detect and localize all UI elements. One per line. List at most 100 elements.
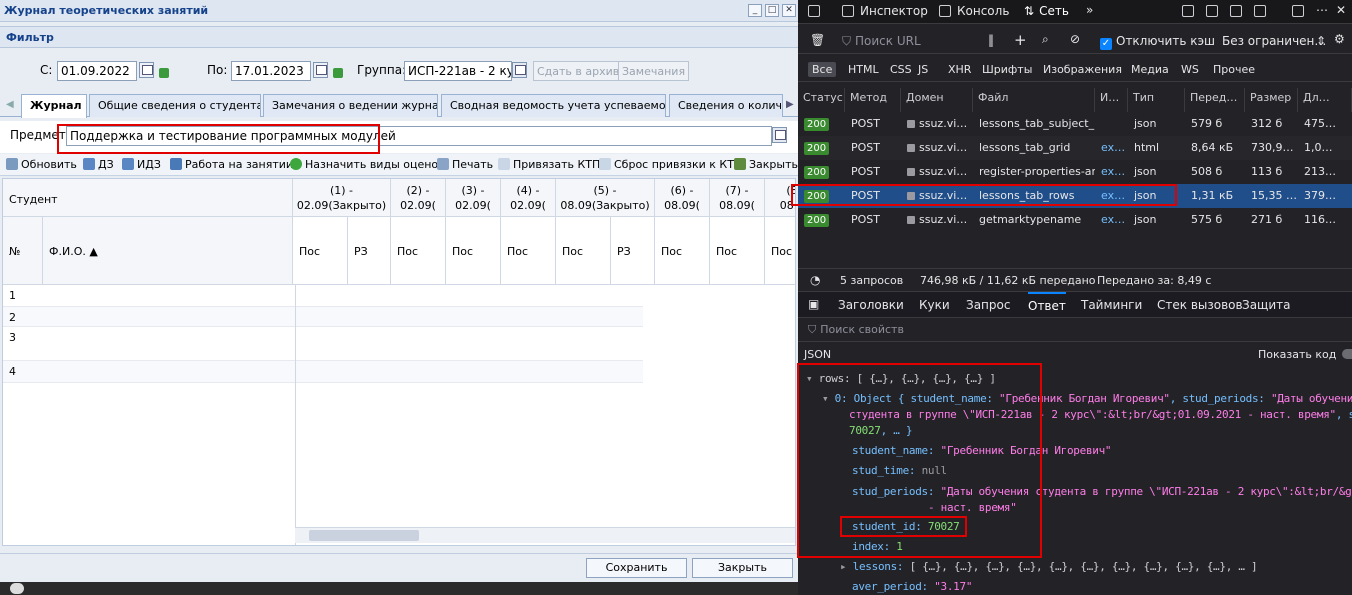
column-header[interactable]: Файл [973,88,1095,112]
tab-console[interactable]: Консоль [939,4,1009,18]
mark-type-header[interactable]: Пос [501,217,556,285]
tab-scroll-left-icon[interactable]: ◀ [6,99,14,110]
num-column-header[interactable]: № [3,217,43,285]
table-row[interactable] [43,327,643,361]
tab-journal[interactable]: Журнал [21,94,87,118]
lesson-column-header[interactable]: (1) - 02.09(Закрыто) [293,179,391,217]
lesson-column-header[interactable]: (2) - 02.09( [391,179,446,217]
chevron-down-icon[interactable] [772,127,787,143]
tab-network[interactable]: ⇅ Сеть [1024,4,1069,18]
settings-icon[interactable] [1230,4,1248,18]
filter-panel-header[interactable]: Фильтр [0,26,798,48]
type-filter-9[interactable]: Прочее [1213,62,1255,77]
tab-students-info[interactable]: Общие сведения о студентах [89,94,261,117]
mark-type-header[interactable]: Пос [446,217,501,285]
column-header[interactable]: Дл… [1298,88,1352,112]
screenshot-icon[interactable] [1206,4,1224,18]
props-filter-input[interactable]: ⛉ Поиск свойств [808,323,904,337]
mark-type-header[interactable]: Пос [293,217,348,285]
mark-type-header[interactable]: Пос [710,217,765,285]
close-button[interactable]: Закрыть [692,558,793,578]
column-header[interactable]: И… [1095,88,1128,112]
close-journal-button[interactable]: Закрыть [734,158,798,171]
clear-date-icon[interactable] [333,68,343,78]
mark-type-header[interactable]: Пос [556,217,611,285]
throttle-select[interactable]: Без ограничен… [1222,34,1326,48]
network-settings-icon[interactable]: ⚙ [1334,32,1345,46]
lesson-column-header[interactable]: (4) - 02.09( [501,179,556,217]
clear-date-icon[interactable] [159,68,169,78]
from-date-input[interactable]: 01.09.2022 [57,61,137,81]
throttle-chevron-icon[interactable]: ⇕ [1316,34,1326,48]
type-filter-4[interactable]: XHR [948,62,971,77]
responsive-icon[interactable] [1182,4,1200,18]
detail-panel-toggle-icon[interactable]: ▣ [808,297,819,311]
lesson-work-button[interactable]: Работа на занятии [170,158,293,171]
type-filter-1[interactable]: HTML [848,62,879,77]
column-header[interactable]: Домен [901,88,973,112]
search-icon[interactable]: ⌕ [1042,32,1049,47]
network-request-row[interactable]: 200 POST ssuz.vi… getmarktypename ex… json 575… [798,208,1352,232]
print-button[interactable]: Печать [437,158,493,171]
url-filter-input[interactable]: ⛉ Поиск URL [842,34,921,49]
start-icon[interactable] [10,583,24,594]
type-filter-7[interactable]: Медиа [1131,62,1169,77]
calendar-icon[interactable] [139,62,154,78]
network-request-row[interactable]: 200 POST ssuz.vi… register-properties-arch e… [798,160,1352,184]
horizontal-scrollbar[interactable] [295,527,795,543]
tab-journal-notes[interactable]: Замечания о ведении журнала [263,94,438,117]
column-header[interactable]: Тип [1128,88,1185,112]
detail-tab-4[interactable]: Тайминги [1081,298,1142,312]
archive-button[interactable]: Сдать в архив [533,61,624,81]
element-picker-icon[interactable] [808,4,826,18]
bind-ktp-button[interactable]: Привязать КТП [498,158,600,171]
detail-tab-5[interactable]: Стек вызовов [1157,298,1243,312]
dock-icon[interactable] [1292,4,1310,18]
group-select[interactable]: ИСП-221ав - 2 кур [404,61,512,81]
menu-icon[interactable]: ⋯ [1316,3,1328,17]
block-icon[interactable]: ⊘ [1070,32,1080,46]
column-header[interactable]: Метод [845,88,901,112]
type-filter-8[interactable]: WS [1181,62,1199,77]
table-row[interactable] [43,361,643,383]
column-header[interactable]: Размер [1245,88,1298,112]
homework-button[interactable]: ДЗ [83,158,114,171]
lesson-column-header[interactable]: (6) - 08.09( [655,179,710,217]
type-filter-2[interactable]: CSS [890,62,912,77]
lesson-column-header[interactable]: (7) - 08.09( [710,179,765,217]
mark-type-header[interactable]: Пос [655,217,710,285]
scrollbar-thumb[interactable] [309,530,419,541]
close-devtools-icon[interactable]: ✕ [1336,3,1346,17]
type-filter-3[interactable]: JS [918,62,928,77]
disable-cache-checkbox[interactable]: ✓ Отключить кэш [1100,34,1215,50]
mark-type-header[interactable]: Пос [391,217,446,285]
network-request-row[interactable]: 200 POST ssuz.vi… lessons_tab_grid ex… html 8,… [798,136,1352,160]
tab-inspector[interactable]: Инспектор [842,4,928,18]
refresh-button[interactable]: Обновить [6,158,77,171]
column-header[interactable]: Статус [798,88,845,112]
rulers-icon[interactable] [1254,4,1272,18]
lesson-column-header[interactable]: (5) - 08.09(Закрыто) [556,179,655,217]
mark-type-header[interactable]: РЗ [611,217,655,285]
json-lessons[interactable]: ▸ lessons: [ {…}, {…}, {…}, {…}, {…}, {…… [840,560,1258,573]
individual-homework-button[interactable]: ИДЗ [122,158,161,171]
trash-icon[interactable]: 🗑 [810,33,825,47]
lesson-column-header[interactable]: (3) - 02.09( [446,179,501,217]
close-icon[interactable]: ✕ [782,4,796,17]
add-icon[interactable]: + [1014,31,1027,49]
calendar-icon[interactable] [313,62,328,78]
detail-tab-2[interactable]: Запрос [966,298,1010,312]
maximize-icon[interactable]: □ [765,4,779,17]
table-row[interactable] [43,307,643,327]
notes-button[interactable]: Замечания [618,61,690,81]
save-button[interactable]: Сохранить [586,558,687,578]
mark-type-header[interactable]: Пос [765,217,795,285]
table-row[interactable] [43,285,643,307]
tab-count-info[interactable]: Сведения о количес [669,94,783,117]
column-header[interactable]: Перед… [1185,88,1245,112]
tab-scroll-right-icon[interactable]: ▶ [786,99,794,110]
detail-tab-0[interactable]: Заголовки [838,298,904,312]
assign-mark-types-button[interactable]: Назначить виды оценок [290,158,445,171]
type-filter-0[interactable]: Все [808,62,837,77]
type-filter-5[interactable]: Шрифты [982,62,1032,77]
